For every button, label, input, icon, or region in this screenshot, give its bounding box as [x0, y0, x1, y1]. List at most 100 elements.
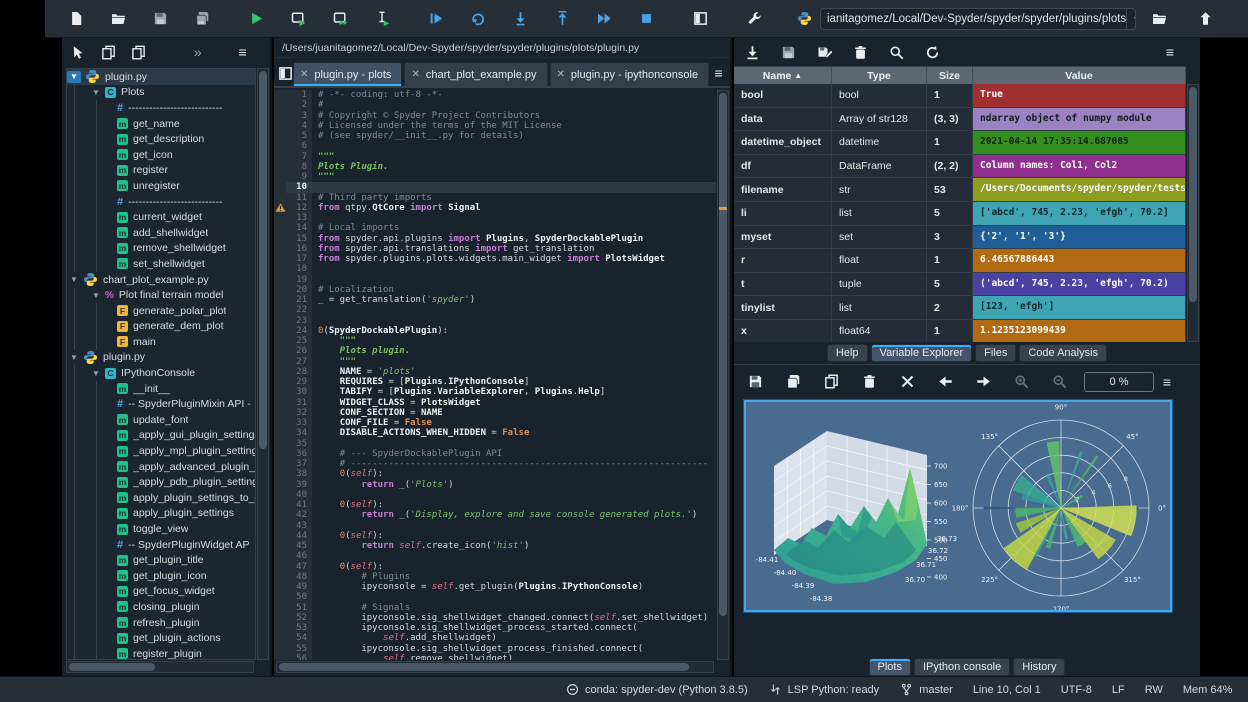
remove-variable-icon[interactable]: [848, 40, 872, 64]
variable-row-df[interactable]: dfDataFrame(2, 2)Column names: Col1, Col…: [734, 155, 1186, 179]
outline-item--[interactable]: #---------------------------: [67, 100, 255, 116]
remove-plot-icon[interactable]: [856, 369, 882, 395]
outline-item-plugin-py[interactable]: ▼plugin.py: [67, 350, 255, 366]
outline-item-add_shellwidget[interactable]: madd_shellwidget: [67, 225, 255, 241]
new-file-icon[interactable]: [63, 6, 89, 32]
editor-options-menu-icon[interactable]: ≡: [711, 60, 726, 86]
tab-ipython-console[interactable]: IPython console: [914, 658, 1010, 676]
tab-help[interactable]: Help: [827, 344, 868, 362]
outline-horizontal-scrollbar[interactable]: [66, 661, 254, 673]
variable-row-bool[interactable]: boolbool1True: [734, 84, 1186, 108]
outline-item-get_plugin_title[interactable]: mget_plugin_title: [67, 552, 255, 568]
plot-canvas[interactable]: 700650600550500450400-84.41-84.40-84.39-…: [744, 400, 1172, 612]
open-file-icon[interactable]: [105, 6, 131, 32]
outline-item-apply_plugin_settings_to_c[interactable]: mapply_plugin_settings_to_c: [67, 490, 255, 506]
zoom-in-icon[interactable]: [1008, 369, 1034, 395]
outline-item-get_icon[interactable]: mget_icon: [67, 147, 255, 163]
editor-vertical-scrollbar[interactable]: [717, 90, 729, 660]
chevron-down-icon[interactable]: ▼: [67, 71, 81, 83]
outline-item-register_plugin[interactable]: mregister_plugin: [67, 646, 255, 660]
save-file-icon[interactable]: [147, 6, 173, 32]
outline-vertical-scrollbar[interactable]: [257, 68, 269, 660]
outline-item-closing_plugin[interactable]: mclosing_plugin: [67, 599, 255, 615]
chevron-down-icon[interactable]: ▼: [1126, 9, 1136, 29]
editor-horizontal-scrollbar[interactable]: [276, 661, 714, 673]
variable-row-data[interactable]: dataArray of str128(3, 3)ndarray object …: [734, 108, 1186, 132]
options-menu-icon[interactable]: ≡: [233, 40, 252, 64]
variable-vertical-scrollbar[interactable]: [1187, 84, 1199, 342]
previous-plot-icon[interactable]: [932, 369, 958, 395]
outline-item-apply_plugin_settings[interactable]: mapply_plugin_settings: [67, 506, 255, 522]
copy-plot-icon[interactable]: [818, 369, 844, 395]
variable-table-header[interactable]: Name ▲ Type Size Value: [734, 67, 1186, 84]
outline-item-get_focus_widget[interactable]: mget_focus_widget: [67, 584, 255, 600]
editor-tab-plugin-py-ipythonconsole[interactable]: ✕plugin.py - ipythonconsole: [550, 62, 710, 86]
outline-item-refresh_plugin[interactable]: mrefresh_plugin: [67, 615, 255, 631]
chevron-down-icon[interactable]: ▼: [89, 369, 103, 378]
outline-item-remove_shellwidget[interactable]: mremove_shellwidget: [67, 241, 255, 257]
outline-item-unregister[interactable]: munregister: [67, 178, 255, 194]
zoom-out-icon[interactable]: [1046, 369, 1072, 395]
tools-icon[interactable]: [741, 6, 767, 32]
maximize-pane-icon[interactable]: [687, 6, 713, 32]
chevron-down-icon[interactable]: ▼: [67, 275, 81, 284]
plots-options-menu-icon[interactable]: ≡: [1154, 369, 1180, 395]
tab-files[interactable]: Files: [975, 344, 1016, 362]
collapse-expand-icon[interactable]: »: [188, 40, 207, 64]
outline-item--spyderpluginwidget-ap[interactable]: #-- SpyderPluginWidget AP: [67, 537, 255, 553]
outline-item-get_plugin_icon[interactable]: mget_plugin_icon: [67, 568, 255, 584]
refresh-variables-icon[interactable]: [920, 40, 944, 64]
tab-variable-explorer[interactable]: Variable Explorer: [871, 344, 973, 362]
outline-item-chart_plot_example-py[interactable]: ▼chart_plot_example.py: [67, 272, 255, 288]
debug-continue-icon[interactable]: [591, 6, 617, 32]
editor-tab-chart-plot-example-py[interactable]: ✕chart_plot_example.py: [404, 62, 547, 86]
outline-item--spyderpluginmixin-api-[interactable]: #-- SpyderPluginMixin API -: [67, 396, 255, 412]
tab-history[interactable]: History: [1013, 658, 1065, 676]
outline-item-register[interactable]: mregister: [67, 163, 255, 179]
next-plot-icon[interactable]: [970, 369, 996, 395]
save-all-plots-icon[interactable]: [780, 369, 806, 395]
go-to-cursor-icon[interactable]: [68, 40, 87, 64]
outline-item-plugin-py[interactable]: ▼plugin.py: [67, 69, 255, 85]
outline-item-plots[interactable]: ▼CPlots: [67, 85, 255, 101]
variable-row-t[interactable]: ttuple5('abcd', 745, 2.23, 'efgh', 70.2): [734, 273, 1186, 297]
variable-row-datetime_object[interactable]: datetime_objectdatetime12021-04-14 17:35…: [734, 131, 1186, 155]
close-icon[interactable]: ✕: [300, 69, 308, 80]
outline-item-_apply_pdb_plugin_setting[interactable]: m_apply_pdb_plugin_setting: [67, 474, 255, 490]
outline-item-get_name[interactable]: mget_name: [67, 116, 255, 132]
run-cell-icon[interactable]: [285, 6, 311, 32]
outline-item-ipythonconsole[interactable]: ▼CIPythonConsole: [67, 365, 255, 381]
save-plot-icon[interactable]: [742, 369, 768, 395]
outline-item-current_widget[interactable]: mcurrent_widget: [67, 209, 255, 225]
variable-row-filename[interactable]: filenamestr53/Users/Documents/spyder/spy…: [734, 178, 1186, 202]
save-all-icon[interactable]: [189, 6, 215, 32]
outline-item-_apply_mpl_plugin_setting[interactable]: m_apply_mpl_plugin_setting: [67, 443, 255, 459]
working-directory-combo[interactable]: ianitagomez/Local/Dev-Spyder/spyder/spyd…: [820, 8, 1136, 30]
chevron-down-icon[interactable]: ▼: [67, 353, 81, 362]
run-file-icon[interactable]: [243, 6, 269, 32]
outline-item-__init__[interactable]: m__init__: [67, 381, 255, 397]
close-all-plots-icon[interactable]: [894, 369, 920, 395]
code-editor[interactable]: 1# -*- coding: utf-8 -*-2#3# Copyright ©…: [274, 90, 716, 660]
tab-code-analysis[interactable]: Code Analysis: [1019, 344, 1107, 362]
outline-item-toggle_view[interactable]: mtoggle_view: [67, 521, 255, 537]
close-icon[interactable]: ✕: [411, 69, 419, 80]
variable-row-x[interactable]: xfloat6411.1235123099439: [734, 320, 1186, 342]
outline-item-plot-final-terrain-model[interactable]: ▼%Plot final terrain model: [67, 287, 255, 303]
outline-item-generate_polar_plot[interactable]: Fgenerate_polar_plot: [67, 303, 255, 319]
run-cell-advance-icon[interactable]: [327, 6, 353, 32]
variable-options-menu-icon[interactable]: ≡: [1158, 40, 1182, 64]
debug-file-icon[interactable]: [423, 6, 449, 32]
close-icon[interactable]: ✕: [557, 69, 565, 80]
outline-item-set_shellwidget[interactable]: mset_shellwidget: [67, 256, 255, 272]
chevron-down-icon[interactable]: ▼: [89, 88, 103, 97]
debug-step-over-icon[interactable]: [465, 6, 491, 32]
outline-item-get_plugin_actions[interactable]: mget_plugin_actions: [67, 630, 255, 646]
save-data-as-icon[interactable]: [812, 40, 836, 64]
outline-item-update_font[interactable]: mupdate_font: [67, 412, 255, 428]
variable-row-tinylist[interactable]: tinylistlist2[123, 'efgh']: [734, 296, 1186, 320]
variable-row-myset[interactable]: mysetset3{'2', '1', '3'}: [734, 226, 1186, 250]
chevron-down-icon[interactable]: ▼: [89, 291, 103, 300]
browse-tabs-icon[interactable]: [278, 60, 293, 86]
editor-tab-plugin-py-plots[interactable]: ✕plugin.py - plots: [293, 62, 402, 86]
